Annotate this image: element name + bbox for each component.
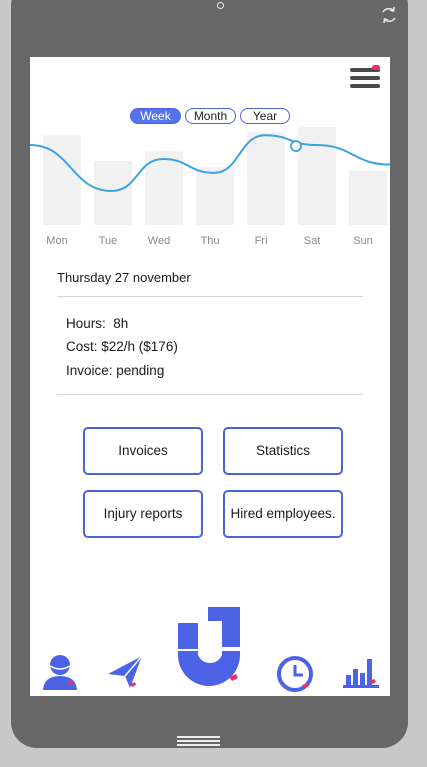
hamburger-menu-icon[interactable] — [350, 63, 381, 90]
invoice-status-line: Invoice: pending — [66, 363, 165, 378]
background-bar-sun — [349, 170, 387, 225]
background-bar-fri — [247, 132, 285, 225]
selected-point-marker[interactable] — [290, 140, 302, 152]
rotate-icon[interactable] — [379, 6, 399, 24]
background-bar-thu — [196, 167, 234, 225]
x-tick-label-mon: Mon — [46, 235, 67, 247]
magnet-icon[interactable] — [176, 605, 246, 695]
injury-reports-button[interactable]: Injury reports — [83, 490, 203, 538]
x-tick-label-tue: Tue — [99, 235, 118, 247]
x-tick-label-sat: Sat — [304, 235, 321, 247]
notification-dot — [372, 65, 380, 70]
day-details: Hours: 8h Cost: $22/h ($176) Invoice: pe… — [57, 296, 363, 395]
statistics-button[interactable]: Statistics — [223, 427, 343, 475]
background-bar-tue — [94, 161, 132, 225]
invoices-button[interactable]: Invoices — [83, 427, 203, 475]
tab-month[interactable]: Month — [185, 108, 236, 124]
selected-date: Thursday 27 november — [57, 270, 363, 297]
x-tick-label-sun: Sun — [353, 235, 373, 247]
home-indicator[interactable] — [177, 736, 220, 746]
tab-year[interactable]: Year — [240, 108, 290, 124]
send-icon[interactable] — [106, 654, 146, 692]
clock-icon[interactable] — [276, 655, 316, 693]
camera-icon — [217, 2, 224, 9]
tab-week[interactable]: Week — [130, 108, 181, 124]
x-tick-label-thu: Thu — [201, 235, 220, 247]
profile-icon[interactable] — [40, 654, 80, 692]
app-screen: Week Month Year Mon Tue Wed Thu Fri Sat Sun Th… — [30, 57, 390, 696]
hired-employees-button[interactable]: Hired employees. — [223, 490, 343, 538]
background-bar-sat — [298, 127, 336, 225]
bar-chart-icon[interactable] — [342, 655, 382, 693]
hours-line: Hours: 8h — [66, 316, 129, 331]
cost-line: Cost: $22/h ($176) — [66, 339, 178, 354]
x-tick-label-wed: Wed — [148, 235, 170, 247]
x-tick-label-fri: Fri — [255, 235, 268, 247]
